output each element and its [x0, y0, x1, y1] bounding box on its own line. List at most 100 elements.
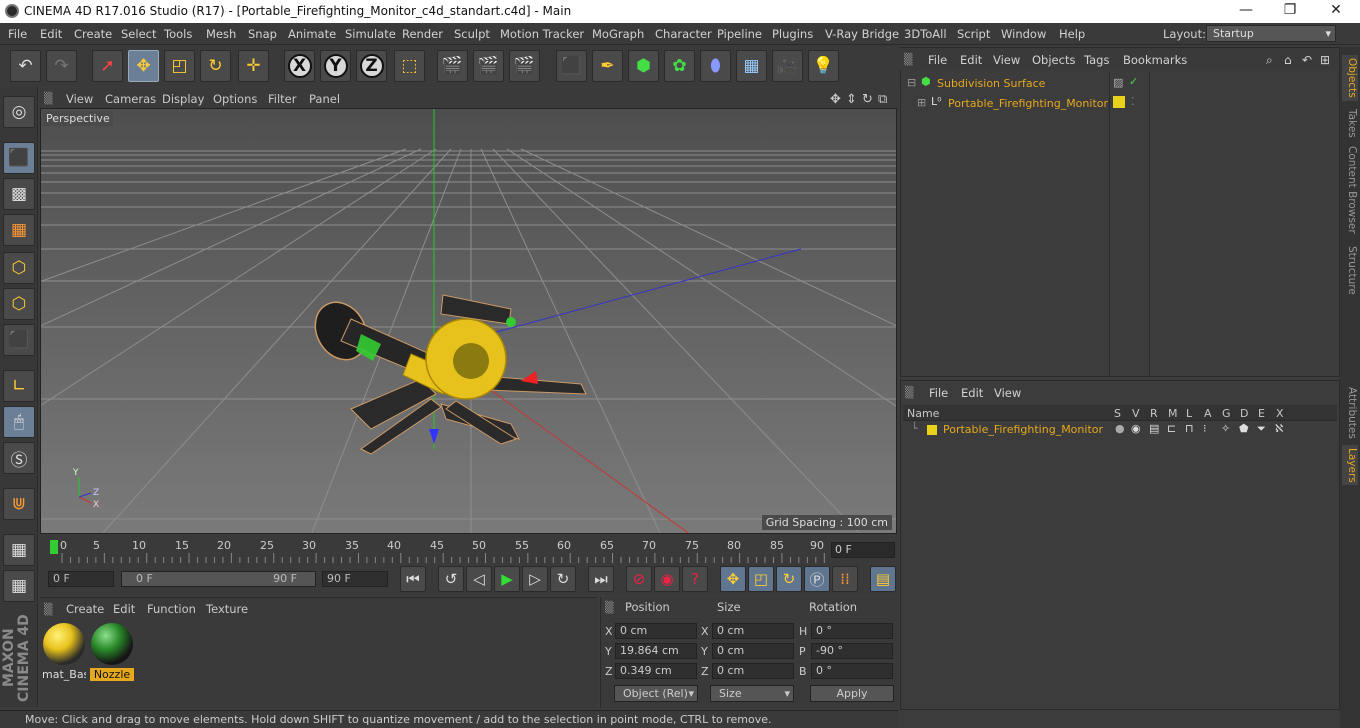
material-menu-edit[interactable]: Edit [113, 602, 135, 616]
viewport-menu-options[interactable]: Options [213, 92, 257, 106]
deformer-button[interactable]: ⬮ [700, 50, 731, 82]
render-view-button[interactable]: 🎬 [437, 50, 468, 82]
layer-color-swatch[interactable] [1113, 96, 1125, 108]
layer-row[interactable]: └ Portable_Firefighting_Monitor ● ◉ ▤ ⊏ … [903, 422, 1337, 438]
menu-mesh[interactable]: Mesh [206, 27, 236, 41]
viewport-menu-view[interactable]: View [66, 92, 93, 106]
snap-button[interactable]: Ⓢ [3, 442, 35, 474]
size-z-field[interactable]: 0 cm [712, 663, 794, 679]
menu-render[interactable]: Render [402, 27, 443, 41]
layer-col-d[interactable]: D [1240, 407, 1248, 420]
menu-tools[interactable]: Tools [164, 27, 192, 41]
objects-menu-tags[interactable]: Tags [1084, 53, 1109, 67]
viewport-move-icon[interactable]: ✥ [830, 92, 841, 107]
planar-workplane-button[interactable]: ▦ [3, 570, 35, 602]
objects-menu-bookmarks[interactable]: Bookmarks [1123, 53, 1187, 67]
next-key-button[interactable]: ↻ [550, 566, 576, 592]
key-pla-button[interactable]: ⁞⁞ [832, 566, 858, 592]
floor-button[interactable]: ▦ [736, 50, 767, 82]
rotate-tool-button[interactable]: ↻ [200, 50, 231, 82]
cube-primitive-button[interactable]: ⬛ [556, 50, 587, 82]
polygons-mode-button[interactable]: ⬛ [3, 324, 35, 356]
menu-character[interactable]: Character [655, 27, 712, 41]
menu-snap[interactable]: Snap [248, 27, 277, 41]
menu-animate[interactable]: Animate [288, 27, 336, 41]
axis-mode-button[interactable]: ∟ [3, 370, 35, 402]
viewport-menu-panel[interactable]: Panel [309, 92, 340, 106]
menu-script[interactable]: Script [957, 27, 990, 41]
undo-button[interactable]: ↶ [10, 50, 41, 82]
new-panel-icon[interactable]: ⊞ [1320, 53, 1330, 67]
go-to-end-button[interactable]: ⏭ [588, 566, 614, 592]
key-position-button[interactable]: ✥ [720, 566, 746, 592]
visibility-toggle-icon[interactable]: ▨ [1113, 76, 1123, 89]
camera-button[interactable]: 🎥 [772, 50, 803, 82]
make-editable-button[interactable]: ◎ [3, 96, 35, 128]
expressions-icon[interactable]: ⏷ [1257, 422, 1266, 436]
redo-button[interactable]: ↷ [46, 50, 77, 82]
pen-spline-button[interactable]: ✒ [592, 50, 623, 82]
layer-col-r[interactable]: R [1150, 407, 1158, 420]
layer-color-swatch[interactable] [927, 425, 937, 435]
search-icon[interactable]: ⌕ [1266, 53, 1273, 68]
menu-3dtoall[interactable]: 3DToAll [904, 27, 947, 41]
objects-menu-edit[interactable]: Edit [960, 53, 982, 67]
menu-motion-tracker[interactable]: Motion Tracker [500, 27, 584, 41]
previous-frame-button[interactable]: ◁ [466, 566, 492, 592]
render-picture-viewer-button[interactable]: 🎬 [473, 50, 504, 82]
material-swatch-nozzle[interactable]: Nozzle [90, 623, 134, 681]
workplane-lock-button[interactable]: ▦ [3, 534, 35, 566]
layer-col-e[interactable]: E [1258, 407, 1265, 420]
close-button[interactable]: ✕ [1316, 2, 1356, 18]
z-axis-lock-button[interactable]: Z [356, 50, 387, 82]
layer-name-header[interactable]: Name [907, 407, 939, 420]
render-settings-button[interactable]: 🎬 [509, 50, 540, 82]
coordinate-system-button[interactable]: ⬚ [394, 50, 425, 82]
objects-menu-objects[interactable]: Objects [1032, 53, 1075, 67]
recent-tool-button[interactable]: ✛ [238, 50, 269, 82]
size-x-field[interactable]: 0 cm [712, 623, 794, 639]
menu-simulate[interactable]: Simulate [345, 27, 396, 41]
tab-attributes[interactable]: Attributes [1342, 385, 1358, 441]
tab-objects[interactable]: Objects [1342, 55, 1358, 101]
auto-keying-button[interactable]: ◉ [654, 566, 680, 592]
menu-sculpt[interactable]: Sculpt [454, 27, 490, 41]
magnet-button[interactable]: ⋓ [3, 488, 35, 520]
object-row-subdivision-surface[interactable]: ⊟ ⬢ Subdivision Surface ▨ ✓ [903, 74, 1337, 92]
viewport-menu-cameras[interactable]: Cameras [105, 92, 156, 106]
rot-b-field[interactable]: 0 ° [811, 663, 893, 679]
expand-icon[interactable]: ⊞ [917, 96, 926, 109]
layers-menu-view[interactable]: View [994, 386, 1021, 400]
record-keys-button[interactable]: ⊘ [626, 566, 652, 592]
current-frame-field[interactable]: 0 F [831, 542, 895, 558]
key-parameter-button[interactable]: Ⓟ [804, 566, 830, 592]
subdivision-surface-button[interactable]: ⬢ [628, 50, 659, 82]
y-axis-lock-button[interactable]: Y [320, 50, 351, 82]
collapse-icon[interactable]: ⊟ [907, 76, 916, 89]
model-mode-button[interactable]: ⬛ [3, 142, 35, 174]
workplane-mode-button[interactable]: ▦ [3, 214, 35, 246]
previous-key-button[interactable]: ↺ [438, 566, 464, 592]
apply-button[interactable]: Apply [810, 685, 894, 702]
generators-icon[interactable]: ✧ [1221, 422, 1230, 435]
texture-mode-button[interactable]: ▩ [3, 178, 35, 210]
menu-mograph[interactable]: MoGraph [592, 27, 644, 41]
tweak-mode-button[interactable]: 🖱 [3, 406, 35, 438]
light-button[interactable]: 💡 [808, 50, 839, 82]
scale-tool-button[interactable]: ◰ [164, 50, 195, 82]
layout-dropdown[interactable]: Startup ▾ [1206, 25, 1336, 42]
layers-menu-file[interactable]: File [929, 386, 948, 400]
xref-icon[interactable]: ℵ [1275, 422, 1283, 435]
material-swatch-mat-bas[interactable]: mat_Bas [42, 623, 86, 681]
key-rotation-button[interactable]: ↻ [776, 566, 802, 592]
pos-x-field[interactable]: 0 cm [615, 623, 697, 639]
playhead-marker[interactable] [50, 540, 58, 554]
tab-takes[interactable]: Takes [1342, 105, 1358, 141]
keyframe-selection-button[interactable]: ? [682, 566, 708, 592]
layer-col-x[interactable]: X [1276, 407, 1284, 420]
animation-icon[interactable]: ⁝ [1203, 422, 1207, 435]
end-frame-field[interactable]: 90 F [322, 571, 388, 587]
menu-vray-bridge[interactable]: V-Ray Bridge [825, 27, 899, 41]
layer-col-a[interactable]: A [1204, 407, 1212, 420]
enabled-check-icon[interactable]: ✓ [1129, 75, 1138, 88]
